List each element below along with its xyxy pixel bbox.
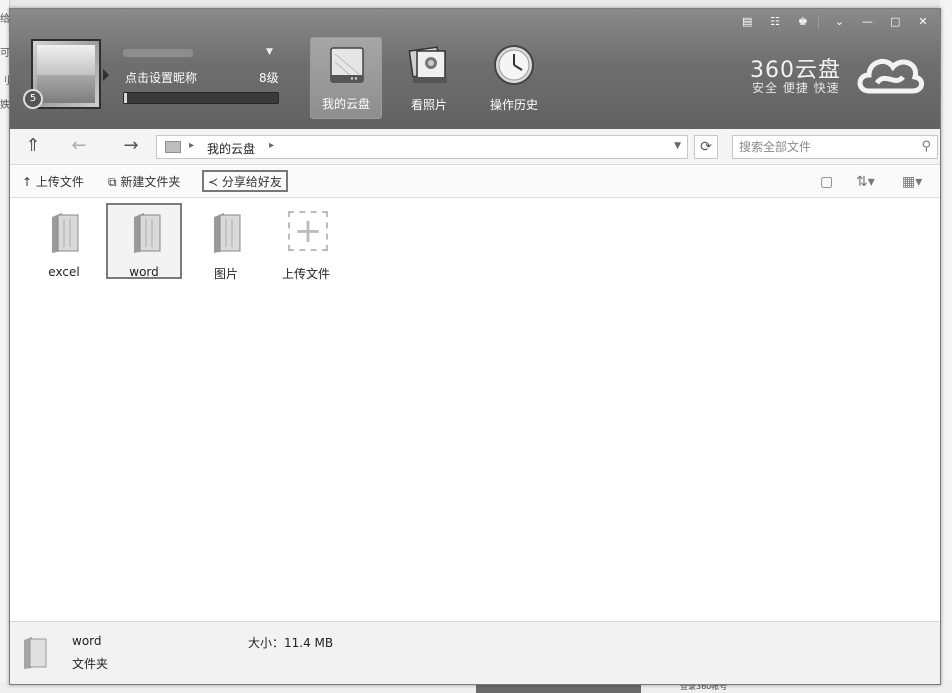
nav-label: 操作历史 bbox=[489, 98, 538, 112]
share-label: 分享给好友 bbox=[221, 175, 282, 189]
go-up-icon[interactable]: ⇑ bbox=[22, 137, 44, 155]
username-redacted bbox=[123, 49, 193, 57]
clock-icon bbox=[494, 45, 534, 85]
nav-photos[interactable]: 看照片 bbox=[393, 37, 465, 119]
file-name: excel bbox=[48, 265, 80, 279]
forward-arrow-icon[interactable]: → bbox=[120, 137, 142, 155]
folder-icon bbox=[165, 141, 181, 153]
address-dropdown-icon[interactable]: ▼ bbox=[674, 141, 681, 151]
window-controls: ▤ ☷ ♚ ⌄ — □ ✕ bbox=[732, 13, 932, 33]
folder-icon bbox=[134, 213, 161, 253]
minimize-icon[interactable]: — bbox=[858, 13, 876, 31]
file-name: 图片 bbox=[213, 267, 238, 281]
level-progress-bar bbox=[123, 92, 279, 104]
nav-label: 看照片 bbox=[410, 98, 447, 112]
folder-icon bbox=[214, 213, 241, 253]
address-bar[interactable]: ▸ 我的云盘 ▸ ▼ bbox=[156, 135, 688, 159]
view-grid-icon[interactable]: ▦▾ bbox=[902, 174, 922, 190]
back-arrow-icon[interactable]: ← bbox=[68, 137, 90, 155]
cloud-drive-window: 5 ▼ 点击设置昵称 8级 我的云盘 看照片 操作历史 360云盘 安全 便捷 … bbox=[9, 8, 941, 685]
user-level: 8级 bbox=[259, 71, 279, 85]
address-toolbar: ⇑ ← → ▸ 我的云盘 ▸ ▼ ⟳ ⚲ bbox=[10, 129, 940, 165]
divider bbox=[817, 14, 819, 29]
brand-tagline: 安全 便捷 快速 bbox=[752, 81, 840, 95]
level-progress-fill bbox=[124, 93, 128, 103]
search-input[interactable] bbox=[733, 136, 903, 158]
upload-file-tile[interactable]: + 上传文件 bbox=[268, 205, 344, 281]
nav-label: 我的云盘 bbox=[321, 97, 370, 111]
selected-item-type: 文件夹 bbox=[72, 657, 109, 671]
maximize-icon[interactable]: □ bbox=[886, 13, 904, 31]
new-folder-icon: ⧉ bbox=[108, 175, 117, 189]
search-icon[interactable]: ⚲ bbox=[921, 139, 931, 154]
avatar-image-ground bbox=[37, 75, 95, 103]
new-folder-label: 新建文件夹 bbox=[120, 175, 181, 189]
upload-file-label: 上传文件 bbox=[35, 175, 84, 189]
theme-shirt-icon[interactable]: ♚ bbox=[794, 13, 812, 31]
file-grid: excel word 图片 + 上传文件 bbox=[10, 199, 940, 621]
upload-file-button[interactable]: ↑ 上传文件 bbox=[18, 172, 88, 194]
selected-item-size: 大小：11.4 MB bbox=[248, 636, 334, 650]
refresh-icon[interactable]: ⟳ bbox=[694, 135, 718, 159]
nav-my-drive[interactable]: 我的云盘 bbox=[310, 37, 382, 119]
breadcrumb-arrow-icon[interactable]: ▸ bbox=[269, 140, 274, 151]
close-icon[interactable]: ✕ bbox=[914, 13, 932, 31]
share-icon: ≺ bbox=[208, 175, 219, 189]
nav-history[interactable]: 操作历史 bbox=[478, 37, 550, 119]
folder-icon bbox=[24, 637, 47, 669]
folder-icon bbox=[52, 213, 79, 253]
file-name: word bbox=[129, 265, 159, 279]
plus-icon: + bbox=[293, 211, 323, 251]
folder-item-excel[interactable]: excel bbox=[26, 205, 102, 281]
selected-item-name: word bbox=[72, 634, 102, 648]
folder-item-word[interactable]: word bbox=[106, 203, 182, 279]
app-header: 5 ▼ 点击设置昵称 8级 我的云盘 看照片 操作历史 360云盘 安全 便捷 … bbox=[10, 9, 940, 129]
user-menu-dropdown-icon[interactable]: ▼ bbox=[266, 47, 273, 57]
apps-grid-icon[interactable]: ☷ bbox=[766, 13, 784, 31]
breadcrumb-my-drive[interactable]: 我的云盘 bbox=[207, 140, 255, 157]
menu-dropdown-icon[interactable]: ⌄ bbox=[831, 13, 849, 31]
action-toolbar: ↑ 上传文件 ⧉ 新建文件夹 ≺ 分享给好友 ▢ ⇅▾ ▦▾ bbox=[10, 166, 940, 198]
upload-arrow-icon: ↑ bbox=[22, 175, 33, 189]
upload-tile-label: 上传文件 bbox=[281, 267, 330, 281]
new-folder-button[interactable]: ⧉ 新建文件夹 bbox=[104, 172, 184, 194]
photos-icon bbox=[408, 46, 447, 83]
set-nickname-link[interactable]: 点击设置昵称 bbox=[125, 69, 197, 86]
avatar-pointer-icon bbox=[103, 69, 109, 81]
drive-icon bbox=[330, 47, 364, 83]
preview-pane-icon[interactable]: ▢ bbox=[820, 174, 833, 190]
level-badge: 5 bbox=[23, 89, 43, 109]
search-field[interactable]: ⚲ bbox=[732, 135, 938, 159]
sort-icon[interactable]: ⇅▾ bbox=[856, 174, 875, 190]
share-to-friends-button[interactable]: ≺ 分享给好友 bbox=[202, 170, 288, 192]
details-status-bar: word 文件夹 大小：11.4 MB bbox=[10, 621, 940, 684]
background-desktop-right bbox=[940, 0, 952, 693]
cloud-logo-icon bbox=[857, 58, 924, 94]
skin-menu-icon[interactable]: ▤ bbox=[738, 13, 756, 31]
avatar-image-sky bbox=[37, 45, 95, 79]
breadcrumb-arrow-icon: ▸ bbox=[189, 140, 195, 151]
folder-item-pictures[interactable]: 图片 bbox=[188, 205, 264, 281]
